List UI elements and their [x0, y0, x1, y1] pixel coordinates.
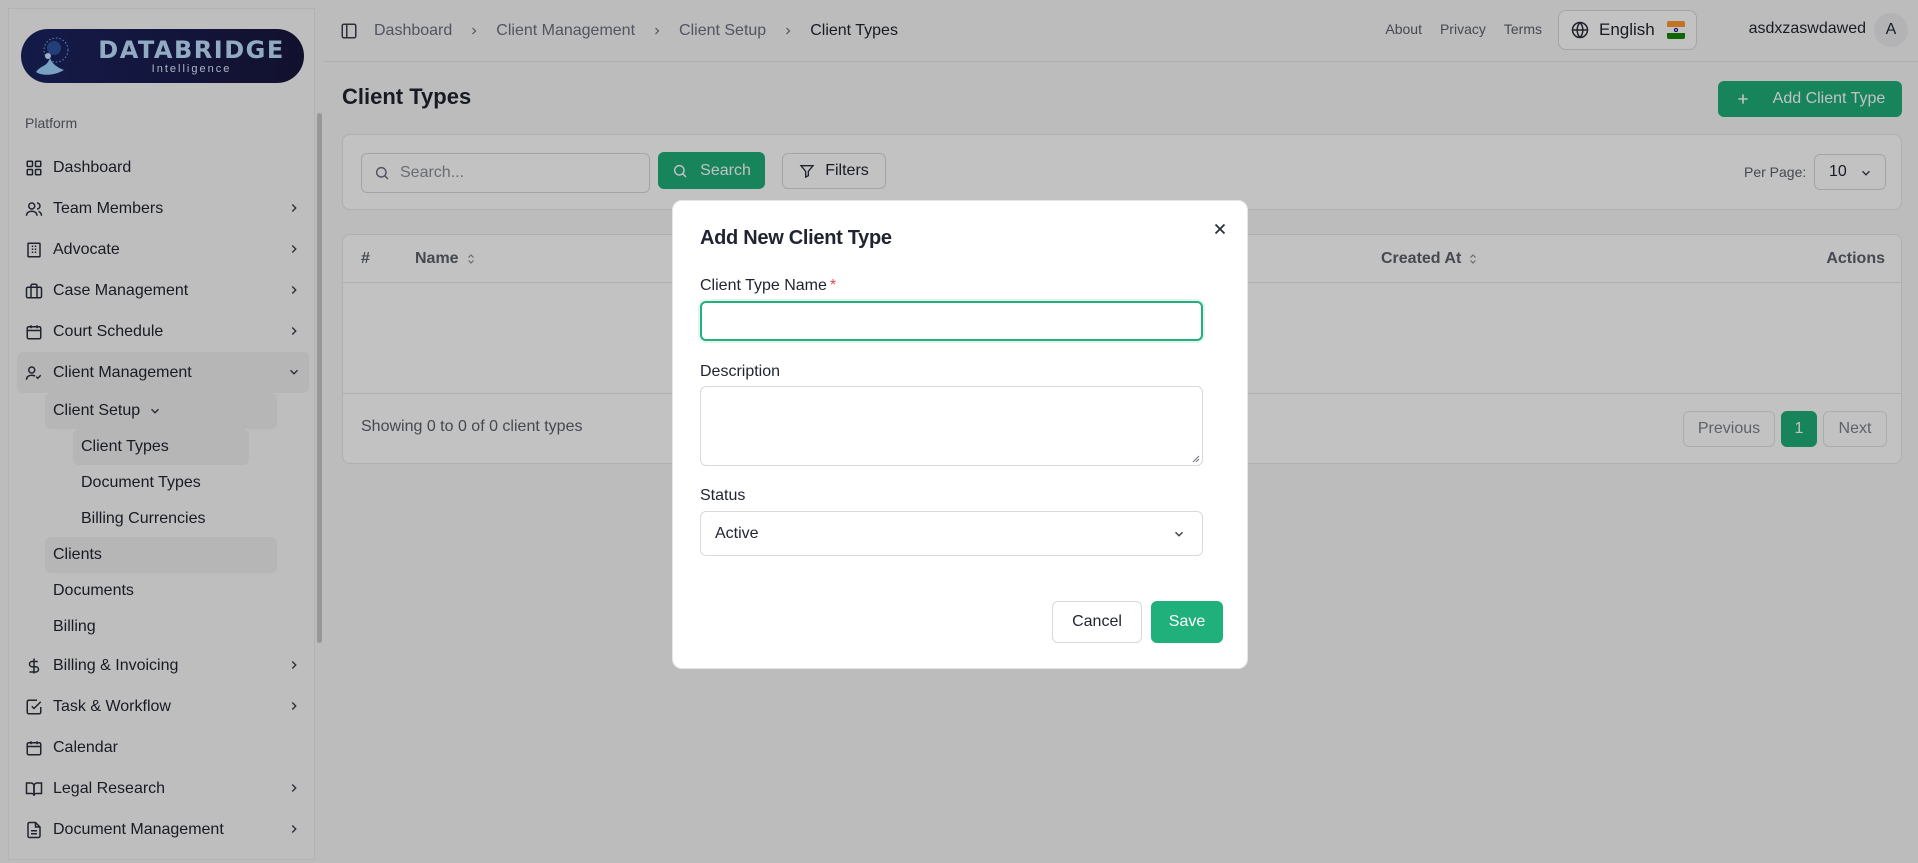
client-type-name-field[interactable]: [700, 301, 1203, 341]
save-button[interactable]: Save: [1151, 601, 1223, 643]
cancel-button[interactable]: Cancel: [1052, 601, 1142, 643]
description-label: Description: [700, 363, 781, 380]
status-select[interactable]: Active: [700, 511, 1203, 556]
resize-handle-icon[interactable]: [1190, 453, 1200, 463]
client-type-name-label: Client Type Name *: [700, 277, 837, 294]
status-label: Status: [700, 487, 746, 504]
required-mark: *: [829, 277, 837, 294]
status-value: Active: [715, 524, 759, 542]
description-field[interactable]: [700, 386, 1203, 466]
add-client-type-dialog: Add New Client Type Client Type Name * De…: [672, 200, 1248, 669]
description-textarea[interactable]: [701, 387, 1202, 465]
close-icon[interactable]: [1211, 220, 1229, 238]
client-type-name-input[interactable]: [702, 303, 1201, 339]
dialog-title: Add New Client Type: [700, 227, 892, 249]
chevron-down-icon: [1175, 531, 1183, 537]
